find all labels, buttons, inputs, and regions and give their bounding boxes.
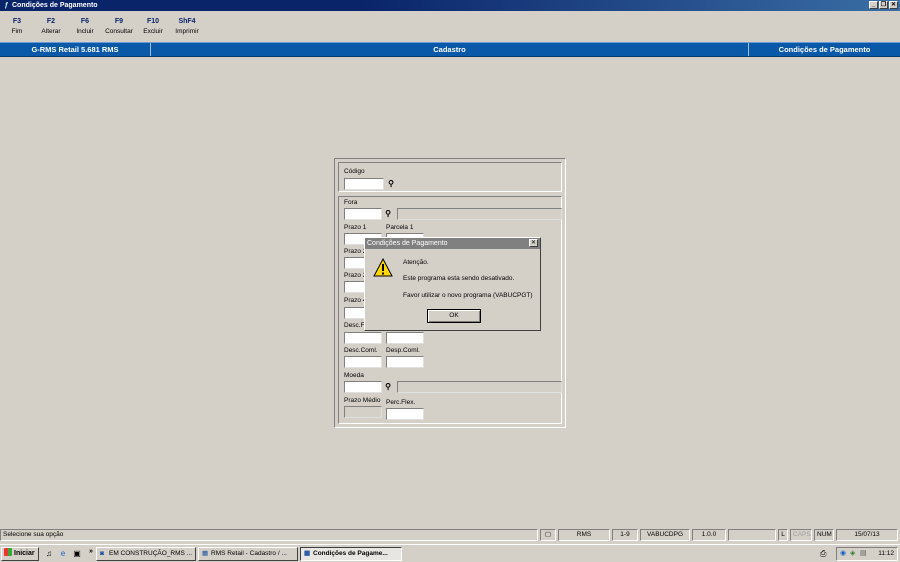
app-version: G-RMS Retail 5.681 RMS xyxy=(0,43,151,56)
app-icon: ƒ xyxy=(4,2,9,9)
status-bar: Selecione sua opção ▢ RMS 1-9 VABUCDPG 1… xyxy=(0,528,900,542)
task-label: EM CONSTRUÇÃO_RMS ... xyxy=(109,550,193,557)
close-button[interactable]: ✕ xyxy=(889,1,898,9)
descf-label: Desc.F xyxy=(344,322,365,329)
fkey-imprimir[interactable]: ShF4 Imprimir xyxy=(170,13,204,41)
taskbar: Iniciar ♫ e ▣ » ◙ EM CONSTRUÇÃO_RMS ... ▦… xyxy=(0,544,900,562)
fora-label: Fora xyxy=(344,199,358,206)
fkey-label: Excluir xyxy=(143,28,163,35)
binoculars-icon[interactable]: ⚲ xyxy=(382,208,394,220)
codigo-label: Código xyxy=(344,168,365,175)
status-version: 1.0.0 xyxy=(692,529,726,541)
binoculars-icon[interactable]: ⚲ xyxy=(385,178,397,190)
desccoml-label: Desc.Coml. xyxy=(344,347,378,354)
status-message: Selecione sua opção xyxy=(0,529,538,541)
fkey-label: Fim xyxy=(11,28,23,35)
fkey-fim[interactable]: F3 Fim xyxy=(0,13,34,41)
percflex-input[interactable] xyxy=(386,408,424,420)
header-band: G-RMS Retail 5.681 RMS Cadastro Condiçõe… xyxy=(0,42,900,57)
window-title: Condições de Pagamento xyxy=(12,2,98,9)
quicklaunch-desktop-icon[interactable]: ▣ xyxy=(72,549,82,559)
moeda-input[interactable] xyxy=(344,381,382,393)
task-rms-retail[interactable]: ▦ RMS Retail - Cadastro / ... xyxy=(198,547,298,561)
fkey-code: F9 xyxy=(114,18,124,25)
minimize-button[interactable]: _ xyxy=(869,1,878,9)
fkey-alterar[interactable]: F2 Alterar xyxy=(34,13,68,41)
task-label: Condições de Pagame... xyxy=(313,550,388,557)
fkey-code: F10 xyxy=(146,18,160,25)
restore-button[interactable]: ❐ xyxy=(879,1,888,9)
shield-icon[interactable]: ◈ xyxy=(850,548,855,559)
fkey-code: F6 xyxy=(80,18,90,25)
fkey-consultar[interactable]: F9 Consultar xyxy=(102,13,136,41)
status-system: RMS xyxy=(558,529,610,541)
prazomedio-field xyxy=(344,406,382,418)
status-date: 15/07/13 xyxy=(836,529,898,541)
task-condicoes-pagamento[interactable]: ▦ Condições de Pagame... xyxy=(300,547,402,561)
percflex-label: Perc.Flex. xyxy=(386,399,416,406)
status-caps: CAPS xyxy=(790,529,812,541)
despcoml-label: Desp.Coml. xyxy=(386,347,420,354)
network-icon[interactable]: ◉ xyxy=(840,548,846,559)
printer-icon[interactable]: ⎙ xyxy=(820,549,826,559)
dialog-close-button[interactable]: ✕ xyxy=(529,239,538,247)
ok-button[interactable]: OK xyxy=(427,309,481,323)
binoculars-icon[interactable]: ⚲ xyxy=(382,381,394,393)
clock: 11:12 xyxy=(878,550,894,557)
moeda-description-field xyxy=(397,381,562,393)
fora-input[interactable] xyxy=(344,208,382,220)
dialog-titlebar: Condições de Pagamento ✕ xyxy=(365,238,540,249)
status-empty xyxy=(728,529,776,541)
status-num: NUM xyxy=(814,529,834,541)
window-titlebar: ƒ Condições de Pagamento _ ❐ ✕ xyxy=(0,0,900,11)
fkey-excluir[interactable]: F10 Excluir xyxy=(136,13,170,41)
task-label: RMS Retail - Cadastro / ... xyxy=(211,550,287,557)
status-program: VABUCDPG xyxy=(640,529,690,541)
parcela1-label: Parcela 1 xyxy=(386,224,414,231)
fkey-label: Alterar xyxy=(41,28,61,35)
desccoml-input[interactable] xyxy=(344,356,382,368)
system-tray: ◉ ◈ ▤ 11:12 xyxy=(836,547,898,561)
fkey-incluir[interactable]: F6 Incluir xyxy=(68,13,102,41)
dialog-title: Condições de Pagamento xyxy=(367,240,448,247)
quicklaunch-chevron-icon[interactable]: » xyxy=(89,548,93,555)
codigo-group: Código ⚲ xyxy=(338,162,562,192)
windows-flag-icon xyxy=(4,548,12,556)
start-label: Iniciar xyxy=(14,550,35,557)
despcoml-input[interactable] xyxy=(386,356,424,368)
fora-description-field xyxy=(397,208,562,220)
quicklaunch-tool-icon[interactable]: ♫ xyxy=(44,549,54,559)
dialog-instruction: Favor utilizar o novo programa (VABUCPGT… xyxy=(403,292,533,299)
security-icon[interactable]: ▤ xyxy=(860,548,867,559)
fkey-code: F2 xyxy=(46,18,56,25)
app-window-icon: ▦ xyxy=(202,550,209,557)
task-em-construcao[interactable]: ◙ EM CONSTRUÇÃO_RMS ... xyxy=(96,547,196,561)
warning-dialog: Condições de Pagamento ✕ Atenção. Este p… xyxy=(364,237,541,331)
screen-title: Condições de Pagamento xyxy=(778,45,871,54)
fkey-label: Consultar xyxy=(105,28,133,35)
fkey-code: F3 xyxy=(12,18,22,25)
start-button[interactable]: Iniciar xyxy=(1,547,39,561)
quicklaunch-ie-icon[interactable]: e xyxy=(58,549,68,559)
document-icon: ▢ xyxy=(540,529,556,541)
app-window-icon: ▦ xyxy=(304,550,311,557)
dialog-heading: Atenção. xyxy=(403,259,429,266)
word-doc-icon: ◙ xyxy=(100,550,104,557)
section-title: Cadastro xyxy=(151,43,749,56)
moeda-label: Moeda xyxy=(344,372,364,379)
fkey-code: ShF4 xyxy=(178,18,196,25)
status-range: 1-9 xyxy=(612,529,638,541)
fkey-label: Incluir xyxy=(76,28,94,35)
warning-icon xyxy=(373,258,393,277)
status-l: L xyxy=(778,529,788,541)
function-key-toolbar: F3 Fim F2 Alterar F6 Incluir F9 Consultar F1… xyxy=(0,13,204,41)
descf-second-input[interactable] xyxy=(386,332,424,344)
descf-input[interactable] xyxy=(344,332,382,344)
prazo1-label: Prazo 1 xyxy=(344,224,367,231)
dialog-message: Este programa esta sendo desativado. xyxy=(403,275,515,282)
codigo-input[interactable] xyxy=(344,178,384,190)
prazomedio-label: Prazo Médio xyxy=(344,397,381,404)
fkey-label: Imprimir xyxy=(175,28,199,35)
